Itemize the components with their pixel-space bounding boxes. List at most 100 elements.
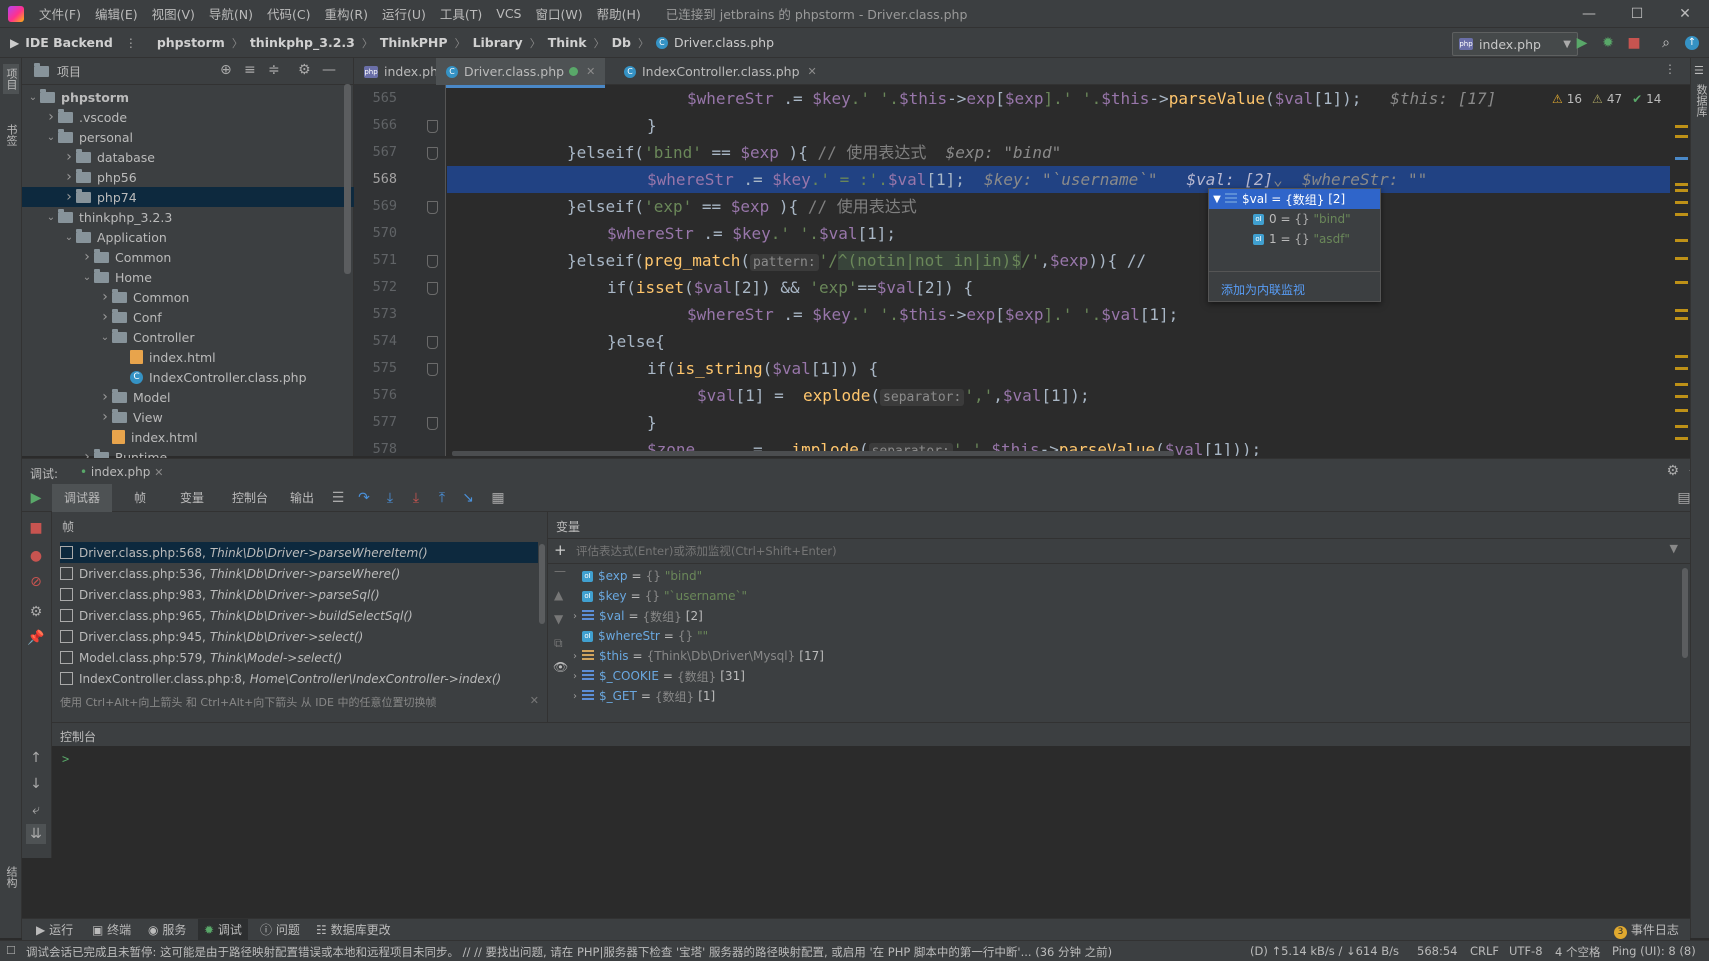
breadcrumb-thinkphp[interactable]: thinkphp_3.2.3 <box>250 35 355 50</box>
frame-row[interactable]: Driver.class.php:568, Think\Db\Driver->pa… <box>60 542 538 563</box>
status-caret-position[interactable]: 568:54 <box>1417 944 1457 958</box>
fold-icon[interactable] <box>427 363 438 376</box>
breadcrumb-db[interactable]: Db <box>612 35 631 50</box>
gear-icon[interactable]: ⚙ <box>26 602 46 622</box>
arrow-up-icon[interactable]: ↑ <box>26 748 46 768</box>
tool-tab-terminal[interactable]: ▣ 终端 <box>86 919 137 941</box>
search-icon[interactable]: ⌕ <box>1656 33 1676 53</box>
variable-row[interactable]: › $_GET = {数组} [1] <box>568 686 715 706</box>
locate-icon[interactable]: ⊕ <box>220 62 232 78</box>
frame-row[interactable]: Driver.class.php:965, Think\Db\Driver->bu… <box>60 605 538 626</box>
menu-window[interactable]: 窗口(W) <box>528 4 589 23</box>
line-number[interactable]: 572 <box>373 274 397 301</box>
pin-icon[interactable]: 📌 <box>26 628 46 648</box>
chevron-right-icon[interactable]: › <box>80 249 94 265</box>
menu-run[interactable]: 运行(U) <box>375 4 433 23</box>
add-watch-icon[interactable]: + <box>554 541 567 559</box>
fold-icon[interactable] <box>427 201 438 214</box>
console-output[interactable]: > <box>52 746 1690 918</box>
menu-vcs[interactable]: VCS <box>489 6 528 21</box>
project-tool-tab[interactable]: 项目 <box>3 64 19 94</box>
stripe-marker[interactable] <box>1675 281 1688 284</box>
status-encoding[interactable]: UTF-8 <box>1509 944 1543 958</box>
status-indent[interactable]: 4 个空格 <box>1555 944 1600 960</box>
fold-icon[interactable] <box>427 336 438 349</box>
stripe-marker[interactable] <box>1675 201 1688 204</box>
tab-frames[interactable]: 帧 <box>122 484 158 512</box>
menu-refactor[interactable]: 重构(R) <box>318 4 375 23</box>
debug-session-tab[interactable]: • index.php ✕ <box>80 465 163 479</box>
chevron-right-icon[interactable]: › <box>44 109 58 125</box>
stripe-marker[interactable] <box>1675 135 1688 138</box>
show-execution-point-icon[interactable]: ☰ <box>328 488 348 508</box>
breadcrumb-library[interactable]: Library <box>473 35 523 50</box>
evaluate-input[interactable] <box>574 541 1628 561</box>
variable-row[interactable]: › $_COOKIE = {数组} [31] <box>568 666 745 686</box>
add-inline-watch-link[interactable]: 添加为内联监视 <box>1221 281 1305 298</box>
chevron-right-icon[interactable]: › <box>62 189 76 205</box>
stop-icon[interactable]: ■ <box>26 518 46 538</box>
line-number[interactable]: 565 <box>373 85 397 112</box>
chevron-down-icon[interactable]: ▼ <box>1209 194 1225 205</box>
tab-variables[interactable]: 变量 <box>168 484 216 512</box>
tree-item[interactable]: ⌄ personal <box>22 127 366 147</box>
close-icon[interactable]: ✕ <box>530 694 539 707</box>
chevron-right-icon[interactable]: › <box>98 389 112 405</box>
line-number[interactable]: 569 <box>373 193 397 220</box>
close-icon[interactable]: ✕ <box>1662 0 1708 28</box>
breadcrumb-think[interactable]: Think <box>548 35 587 50</box>
eye-icon[interactable]: 👁 <box>553 660 568 674</box>
chevron-down-icon[interactable]: ⌄ <box>98 332 112 343</box>
line-number[interactable]: 575 <box>373 355 397 382</box>
step-into-icon[interactable]: ⤓ <box>380 488 400 508</box>
tab-output[interactable]: 输出 <box>278 484 326 512</box>
chevron-right-icon[interactable]: › <box>98 409 112 425</box>
view-breakpoints-icon[interactable]: ● <box>26 546 46 566</box>
line-number[interactable]: 574 <box>373 328 397 355</box>
bookmarks-tool-tab[interactable]: 书签 <box>3 124 19 146</box>
tree-item[interactable]: ⌄ thinkphp_3.2.3 <box>22 207 366 227</box>
popup-item-1[interactable]: oI 1 = {} "asdf" <box>1209 229 1424 249</box>
popup-root-row[interactable]: ▼ $val = {数组} [2] <box>1209 189 1380 209</box>
status-line-separator[interactable]: CRLF <box>1470 944 1499 958</box>
database-icon[interactable]: ☰ <box>1694 64 1704 77</box>
chevron-down-icon[interactable]: ⌄ <box>44 132 58 143</box>
popup-item-0[interactable]: oI 0 = {} "bind" <box>1209 209 1424 229</box>
breadcrumb-thinkphp-lib[interactable]: ThinkPHP <box>380 35 448 50</box>
tab-driver-class[interactable]: C Driver.class.php ✕ <box>436 58 606 88</box>
run-config-select[interactable]: php index.php ▼ <box>1452 32 1578 56</box>
menu-code[interactable]: 代码(C) <box>260 4 317 23</box>
chevron-down-icon[interactable]: ⌄ <box>62 232 76 243</box>
gear-icon[interactable]: ⚙ <box>1666 463 1679 479</box>
more-vertical-icon[interactable]: ⋮ <box>1664 62 1676 76</box>
force-step-into-icon[interactable]: ⤓ <box>406 488 426 508</box>
menu-help[interactable]: 帮助(H) <box>590 4 648 23</box>
frame-row[interactable]: Driver.class.php:983, Think\Db\Driver->pa… <box>60 584 538 605</box>
step-out-icon[interactable]: ⤒ <box>432 488 452 508</box>
stripe-marker[interactable] <box>1675 383 1688 386</box>
line-number[interactable]: 567 <box>373 139 397 166</box>
backend-label[interactable]: IDE Backend <box>25 35 113 50</box>
tool-tab-problems[interactable]: ⓘ 问题 <box>254 919 306 941</box>
stripe-marker[interactable] <box>1675 317 1688 320</box>
stripe-marker[interactable] <box>1675 437 1688 440</box>
tab-console[interactable]: 控制台 <box>220 484 280 512</box>
editor-error-stripe[interactable] <box>1673 85 1690 456</box>
frame-row[interactable]: IndexController.class.php:8, Home\Control… <box>60 668 538 689</box>
breadcrumb-file[interactable]: Driver.class.php <box>674 35 774 50</box>
close-tab-icon[interactable]: ✕ <box>586 65 595 78</box>
stripe-marker[interactable] <box>1675 183 1688 186</box>
stripe-marker[interactable] <box>1675 409 1688 412</box>
breadcrumb-phpstorm[interactable]: phpstorm <box>157 35 225 50</box>
gear-icon[interactable]: ⚙ <box>298 62 311 78</box>
line-number[interactable]: 568 <box>373 166 397 193</box>
line-number[interactable]: 576 <box>373 382 397 409</box>
menu-tools[interactable]: 工具(T) <box>433 4 489 23</box>
maximize-icon[interactable]: ☐ <box>1614 0 1660 28</box>
stripe-marker[interactable] <box>1675 395 1688 398</box>
scroll-to-end-icon[interactable]: ⇊ <box>26 824 46 844</box>
tab-debugger[interactable]: 调试器 <box>52 484 113 512</box>
fold-icon[interactable] <box>427 147 438 160</box>
stripe-marker[interactable] <box>1675 309 1688 312</box>
debug-bug-icon[interactable]: ✹ <box>1598 33 1618 53</box>
